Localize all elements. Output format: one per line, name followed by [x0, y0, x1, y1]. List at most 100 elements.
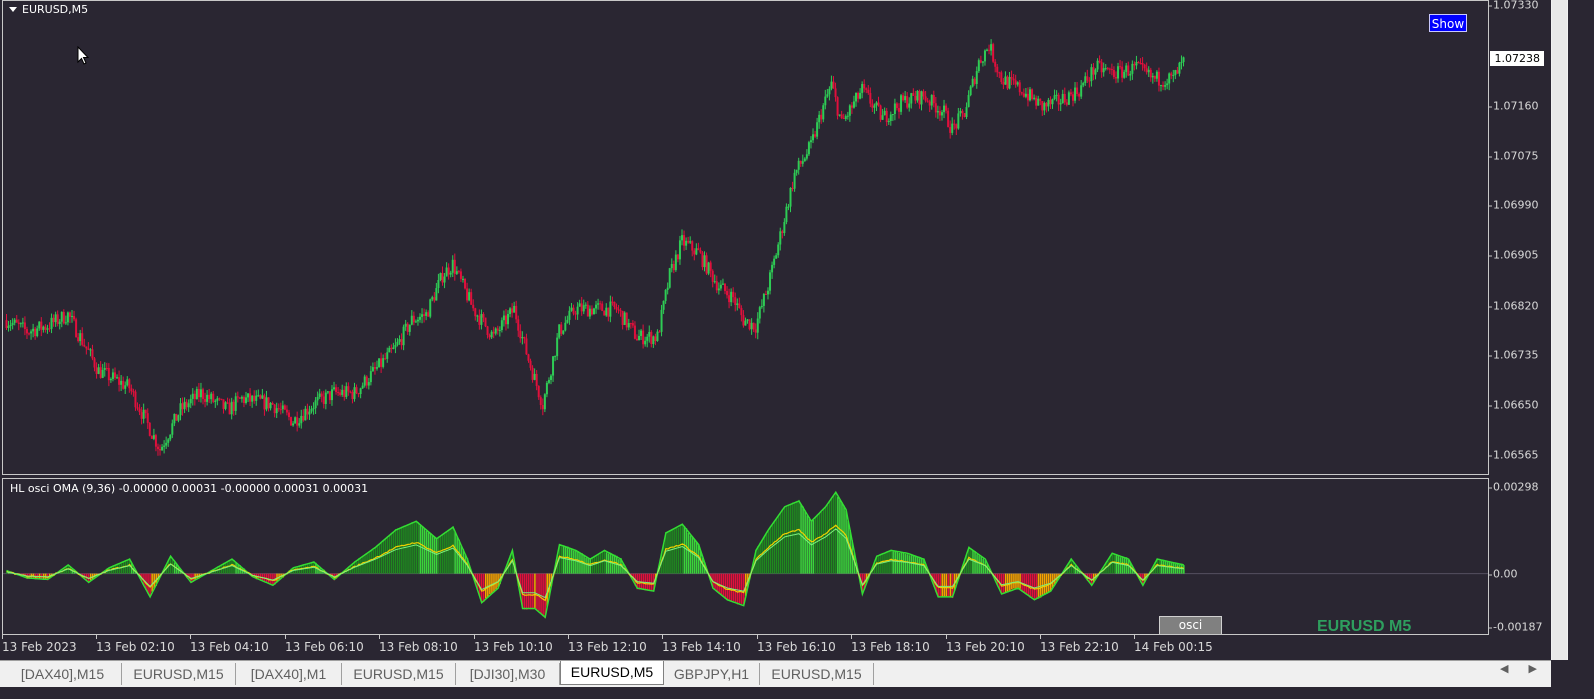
- candle-body: [1176, 70, 1179, 74]
- oscillator-bar: [771, 524, 774, 574]
- candle-body: [249, 393, 252, 402]
- candle-body: [83, 344, 86, 347]
- candle-body: [259, 395, 262, 399]
- candle-body: [1088, 80, 1091, 82]
- candle-body: [799, 160, 802, 164]
- candle-body: [785, 206, 788, 223]
- chart-tab[interactable]: [DJI30],M30: [456, 663, 560, 685]
- candle-body: [1168, 73, 1171, 84]
- oscillator-chart[interactable]: [3, 479, 1488, 634]
- candle-body: [723, 283, 726, 291]
- oscillator-bar: [173, 562, 176, 574]
- candle-body: [21, 322, 24, 324]
- scrollbar-thumb[interactable]: [1552, 0, 1567, 660]
- candle-body: [134, 391, 137, 408]
- time-axis[interactable]: 13 Feb 2023 13 Feb 02:10 13 Feb 04:10 13 Fe…: [0, 635, 1551, 660]
- chart-tab[interactable]: [DAX40],M15: [4, 663, 122, 685]
- oscillator-bar: [679, 525, 682, 574]
- mouse-cursor-icon: [77, 46, 89, 65]
- candle-body: [324, 392, 327, 404]
- chart-tab[interactable]: [DAX40],M1: [236, 663, 342, 685]
- candle-body: [605, 307, 608, 316]
- price-axis[interactable]: 1.07330 1.07160 1.07075 1.06990 1.06905 1.068…: [1489, 0, 1551, 475]
- oscillator-bar: [1031, 573, 1034, 598]
- chart-tab[interactable]: EURUSD,M15: [122, 663, 236, 685]
- time-axis-tick: 13 Feb 04:10: [190, 635, 269, 654]
- candle-body: [19, 323, 22, 325]
- candle-body: [482, 314, 485, 318]
- candle-body: [1127, 65, 1130, 76]
- chart-tab[interactable]: EURUSD,M15: [342, 663, 456, 685]
- oscillator-bar: [67, 565, 70, 574]
- candle-body: [1182, 57, 1185, 63]
- candle-body: [179, 403, 182, 416]
- chart-tab[interactable]: EURUSD,M15: [760, 663, 874, 685]
- oscillator-bar: [308, 563, 311, 574]
- oscillator-bar: [732, 573, 735, 601]
- candle-body: [576, 306, 579, 315]
- oscillator-bar: [804, 510, 806, 574]
- oscillator-bar: [265, 573, 268, 582]
- chart-tab[interactable]: EURUSD,M5: [560, 661, 664, 685]
- candle-body: [197, 388, 200, 398]
- candle-body: [468, 292, 471, 301]
- candle-body: [957, 113, 960, 129]
- osci-button[interactable]: osci: [1159, 616, 1222, 634]
- oscillator-bar: [1047, 573, 1050, 592]
- oscillator-bar: [640, 573, 643, 589]
- oscillator-bar: [151, 573, 153, 592]
- chart-tab[interactable]: GBPJPY,H1: [664, 663, 760, 685]
- oscillator-bar: [1172, 563, 1175, 574]
- time-axis-tick: 14 Feb 00:15: [1134, 635, 1213, 654]
- candle-body: [721, 283, 724, 285]
- indicator-axis[interactable]: 0.00298 0.00 -0.00187: [1488, 478, 1551, 635]
- oscillator-bar: [1166, 561, 1169, 574]
- candle-body: [322, 396, 325, 404]
- candle-body: [73, 315, 76, 320]
- candle-body: [234, 396, 237, 411]
- candle-body: [1035, 97, 1038, 106]
- candle-body: [414, 321, 417, 323]
- candle-body: [623, 312, 626, 325]
- candle-body: [744, 320, 747, 326]
- candle-body: [56, 314, 59, 325]
- candle-body: [1147, 69, 1150, 73]
- candle-body: [838, 114, 841, 116]
- candle-body: [599, 303, 602, 305]
- oscillator-bar: [491, 573, 493, 594]
- candle-body: [156, 446, 159, 450]
- candle-body: [1172, 75, 1175, 77]
- candle-body: [1102, 68, 1105, 73]
- candlestick-chart[interactable]: [3, 1, 1488, 474]
- candle-body: [204, 398, 207, 402]
- candle-body: [500, 320, 503, 331]
- oscillator-bar: [812, 520, 815, 574]
- candle-body: [983, 50, 986, 62]
- oscillator-bar: [609, 553, 612, 574]
- oscillator-bar: [1035, 573, 1038, 599]
- candle-body: [1084, 76, 1087, 83]
- arrow-left-icon[interactable]: ◀: [1500, 662, 1508, 675]
- candle-body: [836, 97, 839, 116]
- tab-scroll-arrows[interactable]: ◀ ▶: [1500, 662, 1537, 675]
- oscillator-bar: [972, 550, 974, 574]
- indicator-pane[interactable]: HL osci OMA (9,36) -0.00000 0.00031 -0.0…: [2, 478, 1489, 635]
- price-chart-pane[interactable]: EURUSD,M5 Show: [2, 0, 1489, 475]
- candle-body: [36, 328, 39, 337]
- candle-body: [1053, 95, 1056, 100]
- oscillator-bar: [689, 535, 692, 574]
- candle-body: [938, 111, 941, 116]
- candle-body: [418, 316, 421, 320]
- candle-body: [578, 303, 581, 307]
- candle-body: [900, 95, 903, 112]
- show-button[interactable]: Show: [1429, 14, 1467, 32]
- arrow-right-icon[interactable]: ▶: [1528, 662, 1536, 675]
- candle-body: [771, 264, 774, 273]
- candle-body: [443, 276, 446, 283]
- candle-body: [629, 323, 632, 325]
- oscillator-bar: [532, 573, 534, 610]
- candle-body: [423, 314, 426, 316]
- candle-body: [740, 308, 743, 316]
- oscillator-bar: [570, 548, 573, 574]
- oscillator-bar: [603, 550, 606, 574]
